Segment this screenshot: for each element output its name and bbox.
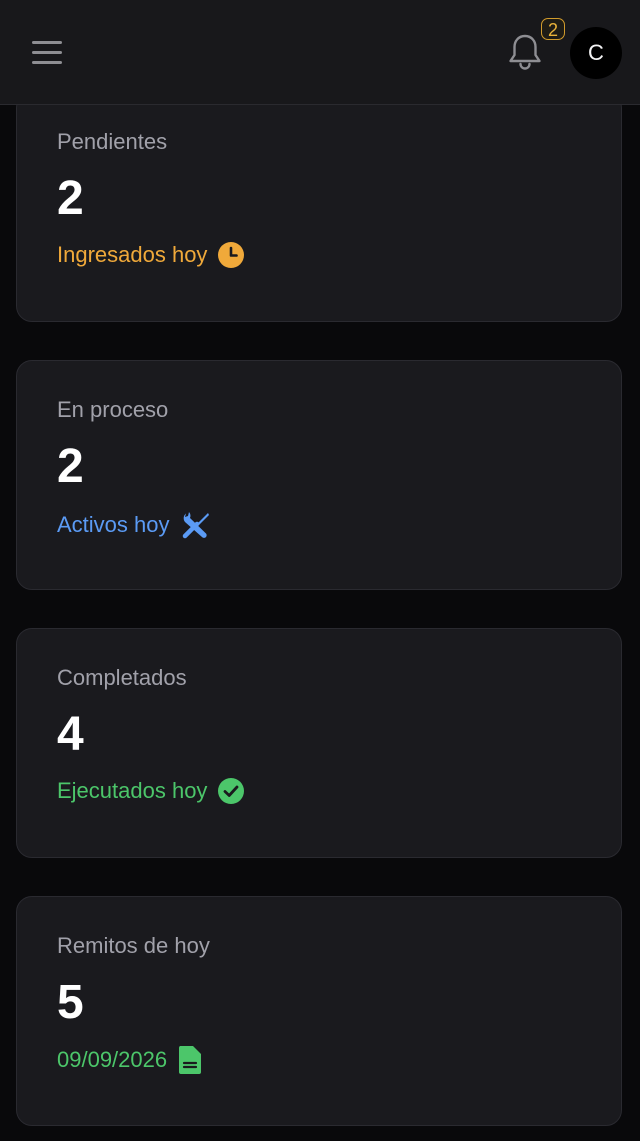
card-subtitle: Activos hoy — [57, 512, 170, 537]
card-title: Pendientes — [57, 129, 168, 154]
card-pendientes[interactable]: Pendientes 2 Ingresados hoy — [16, 92, 622, 322]
card-value: 2 — [57, 172, 84, 225]
card-completados[interactable]: Completados 4 Ejecutados hoy — [16, 628, 622, 858]
bell-icon[interactable] — [504, 30, 546, 74]
clock-icon — [217, 241, 245, 269]
card-subtitle: 09/09/2026 — [57, 1047, 168, 1072]
avatar[interactable]: C — [570, 27, 622, 79]
tools-icon — [180, 509, 212, 541]
card-title: Remitos de hoy — [57, 933, 210, 958]
dashboard-page: Pendientes 2 Ingresados hoy En proceso 2… — [0, 0, 640, 1141]
card-subtitle-row: Activos hoy — [57, 509, 212, 541]
card-value: 5 — [57, 976, 84, 1029]
card-subtitle: Ejecutados hoy — [57, 778, 208, 803]
notification-badge: 2 — [541, 18, 565, 40]
card-subtitle-row: Ejecutados hoy — [57, 777, 245, 805]
card-title: Completados — [57, 665, 187, 690]
card-subtitle-row: Ingresados hoy — [57, 241, 245, 269]
card-subtitle-row: 09/09/2026 — [57, 1045, 203, 1075]
top-bar: 2 C — [0, 0, 640, 105]
menu-icon[interactable] — [28, 34, 66, 70]
check-circle-icon — [217, 777, 245, 805]
card-remitos[interactable]: Remitos de hoy 5 09/09/2026 — [16, 896, 622, 1126]
card-subtitle: Ingresados hoy — [57, 242, 208, 267]
card-value: 4 — [57, 708, 84, 761]
document-icon — [177, 1045, 203, 1075]
card-value: 2 — [57, 440, 84, 493]
card-title: En proceso — [57, 397, 169, 422]
card-en-proceso[interactable]: En proceso 2 Activos hoy — [16, 360, 622, 590]
